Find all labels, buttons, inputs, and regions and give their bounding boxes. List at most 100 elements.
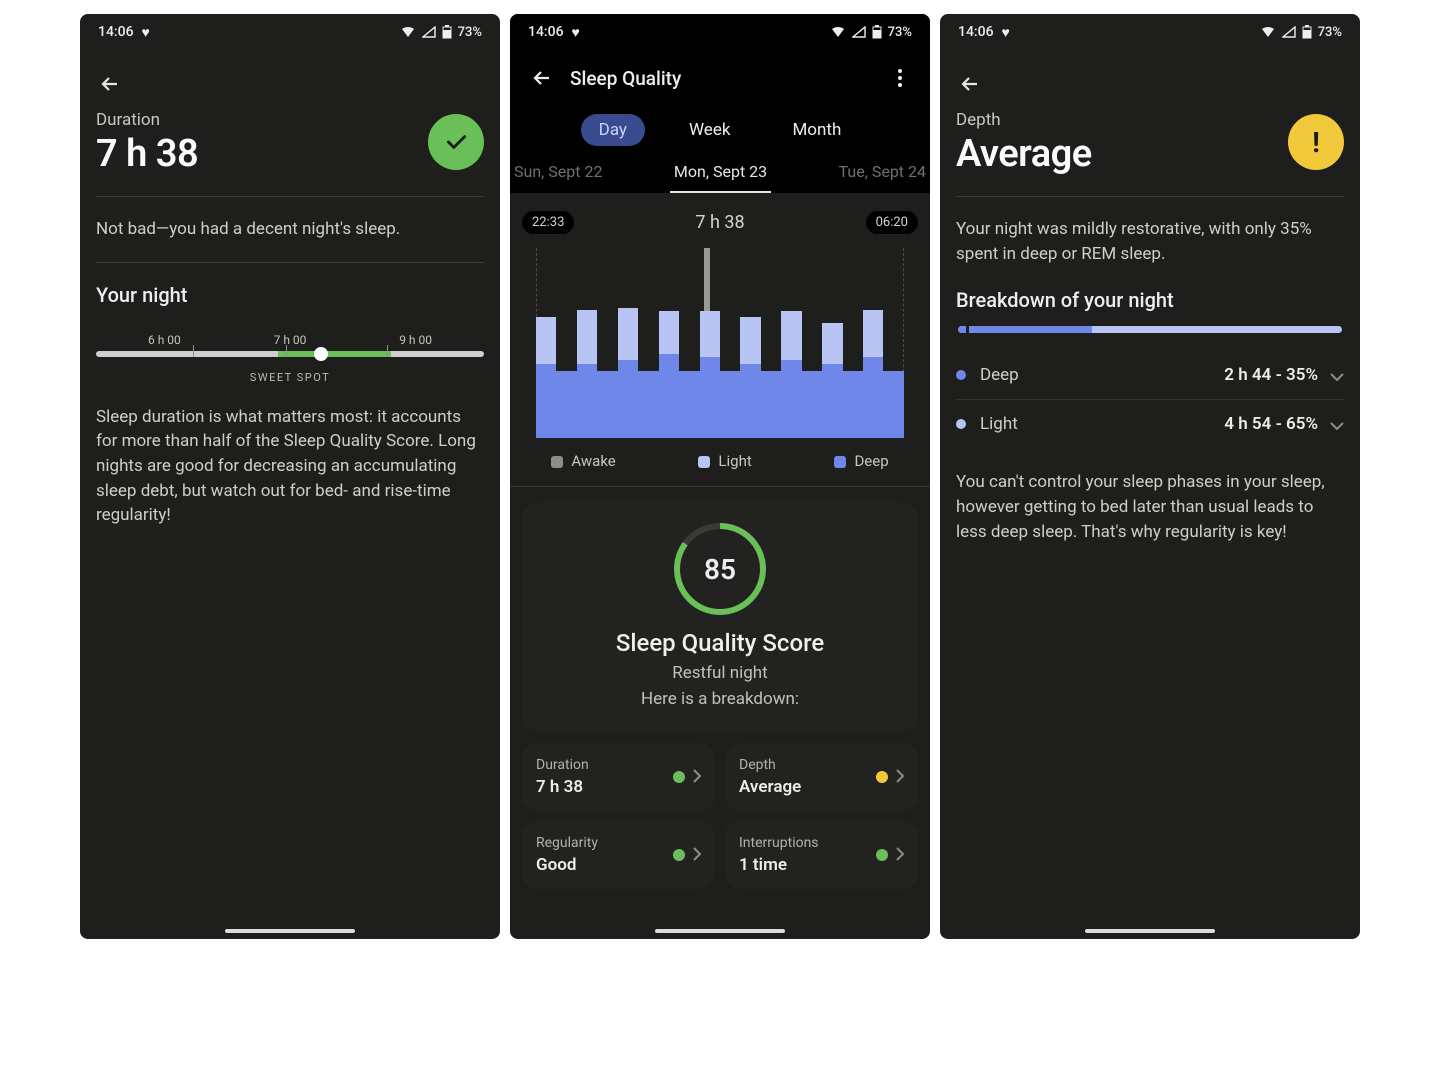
depth-summary: Your night was mildly restorative, with … — [956, 217, 1344, 266]
chevron-down-icon — [1330, 366, 1344, 385]
range-tabs: Day Week Month — [510, 106, 930, 156]
home-indicator[interactable] — [655, 929, 785, 933]
sleep-stage-chart: 22:33 7 h 38 06:20 Awake Light Deep — [510, 193, 930, 487]
status-time: 14:06 — [528, 24, 564, 40]
status-icons: 73% — [400, 25, 482, 40]
metric-card-depth[interactable]: Depth Average — [725, 743, 918, 811]
battery-percent: 73% — [1318, 25, 1342, 40]
metric-card-regularity[interactable]: Regularity Good — [522, 821, 715, 889]
back-arrow-icon[interactable] — [90, 64, 130, 104]
score-title: Sleep Quality Score — [534, 629, 906, 657]
score-sub2: Here is a breakdown: — [534, 689, 906, 709]
metric-card-duration[interactable]: Duration 7 h 38 — [522, 743, 715, 811]
divider — [96, 196, 484, 197]
chart-legend: Awake Light Deep — [510, 438, 930, 476]
duration-screen: 14:06 73% Duration 7 h 38 Not bad—you ha… — [80, 14, 500, 939]
slider-label: 6 h 00 — [148, 333, 181, 347]
metric-value: Good — [536, 855, 598, 875]
chevron-down-icon — [1330, 415, 1344, 434]
metric-label: Regularity — [536, 835, 598, 851]
stage-dot-icon — [956, 419, 966, 429]
slider-label: 9 h 00 — [399, 333, 432, 347]
legend-light: Light — [718, 452, 751, 470]
wifi-icon — [400, 26, 416, 38]
metric-value: 1 time — [739, 855, 819, 875]
duration-slider: 6 h 00 7 h 00 9 h 00 SWEET SPOT — [96, 333, 484, 387]
tab-week[interactable]: Week — [671, 114, 748, 146]
heart-icon — [142, 24, 150, 41]
stage-value: 2 h 44 - 35% — [1224, 365, 1318, 385]
summary-text: Not bad—you had a decent night's sleep. — [96, 217, 484, 242]
status-time: 14:06 — [98, 24, 134, 40]
status-time: 14:06 — [958, 24, 994, 40]
sleep-score-card[interactable]: 85 Sleep Quality Score Restful night Her… — [522, 501, 918, 733]
depth-row-light[interactable]: Light 4 h 54 - 65% — [956, 399, 1344, 448]
status-alert-badge: ! — [1288, 114, 1344, 170]
duration-paragraph: Sleep duration is what matters most: it … — [96, 405, 484, 528]
duration-label: Duration — [96, 110, 198, 130]
chevron-right-icon — [693, 846, 701, 865]
divider — [96, 262, 484, 263]
legend-awake: Awake — [571, 452, 615, 470]
exclamation-icon: ! — [1312, 126, 1320, 159]
depth-footer: You can't control your sleep phases in y… — [956, 470, 1344, 544]
total-duration: 7 h 38 — [695, 212, 744, 233]
battery-percent: 73% — [888, 25, 912, 40]
date-selector[interactable]: Sun, Sept 22 Mon, Sept 23 Tue, Sept 24 — [510, 156, 930, 193]
stage-value: 4 h 54 - 65% — [1224, 414, 1318, 434]
status-dot-icon — [876, 849, 888, 861]
back-arrow-icon[interactable] — [950, 64, 990, 104]
chevron-right-icon — [693, 768, 701, 787]
tab-month[interactable]: Month — [774, 114, 859, 146]
breakdown-heading: Breakdown of your night — [956, 288, 1344, 312]
date-next[interactable]: Tue, Sept 24 — [835, 162, 930, 193]
chevron-right-icon — [896, 768, 904, 787]
status-bar: 14:06 73% — [940, 14, 1360, 50]
cell-signal-icon — [852, 26, 866, 38]
battery-icon — [1302, 25, 1312, 39]
metric-label: Depth — [739, 757, 801, 773]
date-current[interactable]: Mon, Sept 23 — [670, 162, 771, 193]
battery-percent: 73% — [458, 25, 482, 40]
date-prev[interactable]: Sun, Sept 22 — [510, 162, 606, 193]
chevron-right-icon — [896, 846, 904, 865]
your-night-heading: Your night — [96, 283, 484, 307]
overflow-menu-icon[interactable] — [882, 69, 918, 87]
slider-label: 7 h 00 — [274, 333, 307, 347]
status-check-badge — [428, 114, 484, 170]
status-dot-icon — [673, 771, 685, 783]
status-bar: 14:06 73% — [510, 14, 930, 50]
metric-label: Interruptions — [739, 835, 819, 851]
status-bar: 14:06 73% — [80, 14, 500, 50]
sweet-spot-label: SWEET SPOT — [96, 371, 484, 384]
tab-day[interactable]: Day — [581, 114, 645, 146]
score-sub1: Restful night — [534, 663, 906, 683]
wifi-icon — [1260, 26, 1276, 38]
metric-value: 7 h 38 — [536, 777, 589, 797]
metric-card-interruptions[interactable]: Interruptions 1 time — [725, 821, 918, 889]
depth-value: Average — [956, 132, 1092, 176]
cell-signal-icon — [1282, 26, 1296, 38]
depth-label: Depth — [956, 110, 1092, 130]
depth-breakdown-bar — [958, 326, 1342, 333]
sleep-quality-screen: 14:06 73% Sleep Quality Day Week Month — [510, 14, 930, 939]
cell-signal-icon — [422, 26, 436, 38]
score-value: 85 — [704, 553, 736, 586]
stage-dot-icon — [956, 370, 966, 380]
stage-name: Deep — [980, 365, 1019, 385]
metric-label: Duration — [536, 757, 589, 773]
battery-icon — [872, 25, 882, 39]
depth-screen: 14:06 73% Depth Average ! Your night was… — [940, 14, 1360, 939]
depth-row-deep[interactable]: Deep 2 h 44 - 35% — [956, 351, 1344, 399]
back-arrow-icon[interactable] — [522, 58, 562, 98]
battery-icon — [442, 25, 452, 39]
stage-name: Light — [980, 414, 1018, 434]
divider — [956, 196, 1344, 197]
metric-value: Average — [739, 777, 801, 797]
duration-value: 7 h 38 — [96, 132, 198, 176]
home-indicator[interactable] — [1085, 929, 1215, 933]
status-dot-icon — [673, 849, 685, 861]
heart-icon — [572, 24, 580, 41]
bedtime-pill: 22:33 — [522, 211, 574, 234]
home-indicator[interactable] — [225, 929, 355, 933]
